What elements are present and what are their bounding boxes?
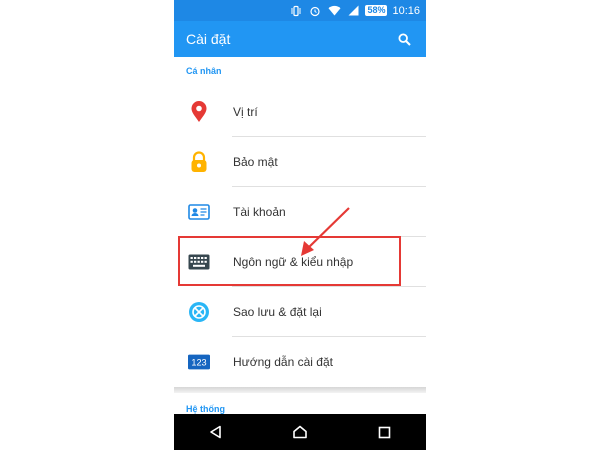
navigation-bar (174, 414, 426, 450)
account-card-icon (188, 201, 210, 223)
keyboard-icon (188, 251, 210, 273)
home-icon[interactable] (286, 418, 314, 446)
settings-item-label: Sao lưu & đặt lại (233, 305, 322, 319)
setup-guide-icon-text: 123 (191, 358, 206, 368)
clock: 10:16 (392, 4, 420, 17)
settings-item-security[interactable]: Bảo mật (174, 137, 426, 187)
recents-icon[interactable] (370, 418, 398, 446)
settings-item-location[interactable]: Vị trí (174, 87, 426, 137)
section-header-personal: Cá nhân (186, 66, 222, 76)
settings-item-setup-guide[interactable]: 123 Hướng dẫn cài đặt (174, 337, 426, 387)
settings-item-language-input[interactable]: Ngôn ngữ & kiểu nhập (174, 237, 426, 287)
alarm-icon (308, 4, 322, 18)
search-icon[interactable] (394, 29, 414, 49)
signal-icon (346, 4, 360, 18)
lock-icon (188, 151, 210, 173)
settings-item-label: Tài khoản (233, 205, 286, 219)
settings-item-label: Ngôn ngữ & kiểu nhập (233, 255, 354, 269)
backup-icon (188, 301, 210, 323)
page-title: Cài đặt (186, 31, 231, 47)
wifi-icon (327, 4, 341, 18)
phone-screen: 58% 10:16 Cài đặt Cá nhân Vị trí Bảo mật… (174, 0, 426, 450)
location-pin-icon (188, 101, 210, 123)
app-bar: Cài đặt (174, 21, 426, 57)
section-shadow (174, 387, 426, 393)
battery-icon: 58% (365, 5, 388, 16)
section-header-system: Hệ thống (186, 404, 225, 414)
vibrate-icon (289, 4, 303, 18)
back-icon[interactable] (202, 418, 230, 446)
settings-item-label: Hướng dẫn cài đặt (233, 355, 333, 369)
settings-item-accounts[interactable]: Tài khoản (174, 187, 426, 237)
settings-item-label: Vị trí (233, 105, 258, 119)
status-bar: 58% 10:16 (174, 0, 426, 21)
settings-item-backup-reset[interactable]: Sao lưu & đặt lại (174, 287, 426, 337)
setup-guide-icon: 123 (188, 351, 210, 373)
settings-item-label: Bảo mật (233, 155, 278, 169)
